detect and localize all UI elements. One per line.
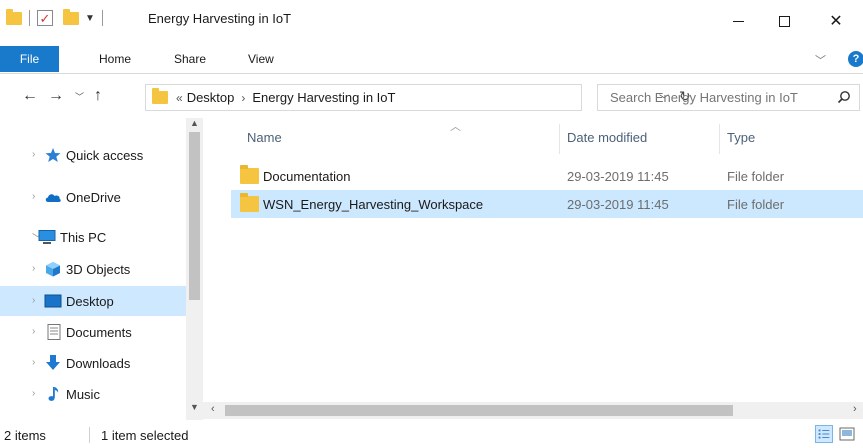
horizontal-scrollbar[interactable]: ‹ › xyxy=(203,402,863,419)
column-divider[interactable] xyxy=(559,124,560,154)
desktop-icon xyxy=(44,294,62,308)
forward-button[interactable]: → xyxy=(48,88,64,104)
breadcrumb-current-folder[interactable]: Energy Harvesting in IoT xyxy=(252,90,395,105)
expand-chevron-icon[interactable]: › xyxy=(32,326,35,337)
nav-label: Desktop xyxy=(66,294,114,309)
expand-chevron-icon[interactable]: › xyxy=(32,295,35,306)
properties-icon[interactable]: ✓ xyxy=(37,10,53,26)
table-row[interactable]: WSN_Energy_Harvesting_Workspace 29-03-20… xyxy=(231,190,863,218)
file-date-modified: 29-03-2019 11:45 xyxy=(567,169,669,184)
scroll-up-icon[interactable]: ▲ xyxy=(190,118,199,128)
tab-share[interactable]: Share xyxy=(174,52,206,66)
up-button[interactable]: ↑ xyxy=(94,88,102,104)
breadcrumb-desktop[interactable]: Desktop xyxy=(187,90,235,105)
breadcrumb-separator[interactable]: › xyxy=(241,91,245,105)
star-icon xyxy=(45,148,61,162)
nav-label: Downloads xyxy=(66,356,131,371)
tab-view[interactable]: View xyxy=(248,52,274,66)
scrollbar-thumb[interactable] xyxy=(189,132,200,300)
file-name: Documentation xyxy=(263,169,351,184)
folder-icon xyxy=(240,165,259,184)
table-row[interactable]: Documentation 29-03-2019 11:45 File fold… xyxy=(231,162,863,190)
file-date-modified: 29-03-2019 11:45 xyxy=(567,197,669,212)
close-icon: ✕ xyxy=(829,13,843,30)
search-box[interactable] xyxy=(597,84,860,111)
navigation-bar: ← → ﹀ ↑ « Desktop › Energy Harvesting in… xyxy=(0,80,863,116)
expand-chevron-icon[interactable]: › xyxy=(32,149,35,160)
nav-label: Quick access xyxy=(66,148,144,163)
status-divider xyxy=(89,427,90,443)
scroll-right-icon[interactable]: › xyxy=(853,403,857,415)
maximize-icon xyxy=(778,15,790,27)
tab-home[interactable]: Home xyxy=(99,52,131,66)
selection-count: 1 item selected xyxy=(101,428,189,443)
expand-ribbon-icon[interactable]: ﹀ xyxy=(815,52,826,68)
sort-ascending-icon: ︿ xyxy=(450,121,461,133)
expand-chevron-icon[interactable]: › xyxy=(32,357,35,368)
file-type: File folder xyxy=(727,169,785,184)
nav-item-this-pc[interactable]: ﹀ This PC xyxy=(0,222,186,252)
column-divider[interactable] xyxy=(719,124,720,154)
folder-icon xyxy=(240,193,259,212)
customize-toolbar-icon[interactable]: ▼ xyxy=(85,13,95,24)
maximize-button[interactable] xyxy=(761,0,807,42)
nav-item-downloads[interactable]: › Downloads xyxy=(0,348,186,378)
search-input[interactable] xyxy=(610,90,825,105)
nav-label: Documents xyxy=(66,325,132,340)
back-button[interactable]: ← xyxy=(22,88,38,104)
nav-item-quick-access[interactable]: › Quick access xyxy=(0,140,186,170)
scroll-down-icon[interactable]: ▼ xyxy=(190,402,199,412)
nav-label: OneDrive xyxy=(66,190,121,205)
nav-label: Music xyxy=(66,387,100,402)
folder-icon xyxy=(152,88,168,104)
address-bar[interactable]: « Desktop › Energy Harvesting in IoT ﹀ ↻ xyxy=(145,84,691,111)
ribbon-tabs: File Home Share View ﹀ ? xyxy=(0,44,863,74)
nav-item-music[interactable]: › Music xyxy=(0,379,186,409)
download-icon xyxy=(46,355,60,370)
item-count: 2 items xyxy=(4,428,46,443)
quick-access-toolbar: ✓ ▼ xyxy=(6,8,106,26)
column-header-type[interactable]: Type xyxy=(727,130,755,145)
column-header-date-modified[interactable]: Date modified xyxy=(567,130,647,145)
search-icon[interactable] xyxy=(837,90,851,104)
new-folder-icon[interactable] xyxy=(63,8,79,25)
toolbar-divider xyxy=(101,10,103,26)
details-view-icon[interactable] xyxy=(815,425,833,443)
window-title: Energy Harvesting in IoT xyxy=(148,11,292,26)
column-header-name[interactable]: Name xyxy=(247,130,282,145)
scroll-left-icon[interactable]: ‹ xyxy=(211,403,215,415)
computer-icon xyxy=(38,230,56,244)
nav-item-3d-objects[interactable]: › 3D Objects xyxy=(0,254,186,284)
file-type: File folder xyxy=(727,197,785,212)
scrollbar-thumb[interactable] xyxy=(225,405,733,416)
nav-pane-scrollbar[interactable]: ▲ ▼ xyxy=(186,118,203,420)
status-bar: 2 items 1 item selected xyxy=(0,422,863,448)
nav-item-desktop[interactable]: › Desktop xyxy=(0,286,186,316)
cube-icon xyxy=(46,262,60,277)
nav-item-onedrive[interactable]: › OneDrive xyxy=(0,182,186,212)
expand-chevron-icon[interactable]: › xyxy=(32,191,35,202)
toolbar-divider xyxy=(29,10,30,26)
document-icon xyxy=(47,324,61,340)
minimize-icon xyxy=(732,20,744,22)
close-button[interactable]: ✕ xyxy=(813,0,859,42)
file-list: ︿ Name Date modified Type Documentation … xyxy=(203,118,863,420)
nav-label: 3D Objects xyxy=(66,262,131,277)
file-name: WSN_Energy_Harvesting_Workspace xyxy=(263,197,484,212)
nav-label: This PC xyxy=(60,230,107,245)
navigation-pane: › Quick access › OneDrive ﹀ This PC › 3D… xyxy=(0,118,203,420)
large-icons-view-icon[interactable] xyxy=(838,425,856,443)
music-icon xyxy=(48,387,59,401)
breadcrumb-overflow[interactable]: « xyxy=(176,91,183,105)
expand-chevron-icon[interactable]: › xyxy=(32,263,35,274)
title-bar: ✓ ▼ Energy Harvesting in IoT ✕ xyxy=(0,0,863,44)
tab-file[interactable]: File xyxy=(0,46,59,72)
folder-icon[interactable] xyxy=(6,8,22,25)
nav-item-documents[interactable]: › Documents xyxy=(0,317,186,347)
minimize-button[interactable] xyxy=(715,0,761,42)
recent-locations-button[interactable]: ﹀ xyxy=(75,93,84,102)
cloud-icon xyxy=(45,194,61,202)
help-icon[interactable]: ? xyxy=(848,51,863,67)
expand-chevron-icon[interactable]: › xyxy=(32,388,35,399)
